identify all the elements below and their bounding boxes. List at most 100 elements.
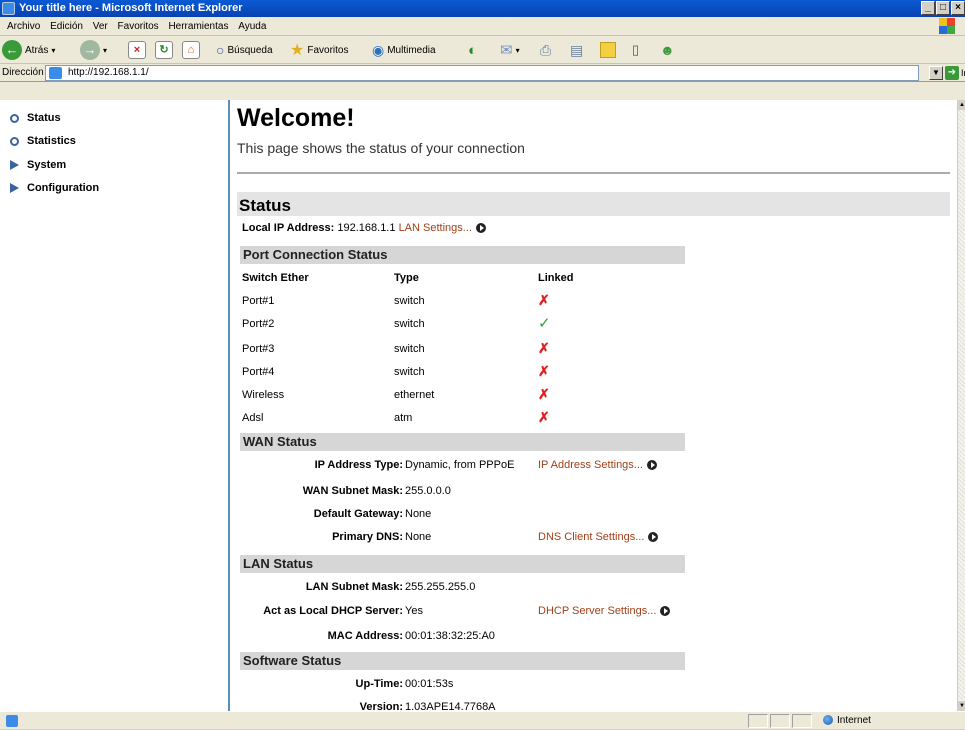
- security-zone: Internet: [823, 712, 871, 730]
- sidebar: Status Statistics System Configuration: [0, 100, 230, 711]
- go-circle-icon[interactable]: [660, 606, 671, 617]
- home-button[interactable]: ⌂: [182, 40, 200, 60]
- software-heading: Software Status: [243, 653, 342, 668]
- go-circle-icon[interactable]: [475, 223, 486, 234]
- multimedia-button[interactable]: ◉ Multimedia: [372, 40, 436, 60]
- close-button[interactable]: ×: [951, 1, 965, 15]
- uptime-value: 00:01:53s: [405, 678, 454, 690]
- expand-arrow-icon: [10, 160, 19, 170]
- ip-address-settings-link[interactable]: IP Address Settings...: [538, 459, 643, 471]
- not-linked-icon: ✗: [538, 386, 550, 402]
- history-icon: ◐: [468, 41, 478, 59]
- ip-type-value: Dynamic, from PPPoE: [405, 459, 515, 471]
- lan-subnet-value: 255.255.255.0: [405, 581, 476, 593]
- home-icon: ⌂: [182, 41, 200, 59]
- mac-value: 00:01:38:32:25:A0: [405, 630, 495, 642]
- go-button[interactable]: Ir: [961, 64, 965, 82]
- toolbar: ← Atrás ▾ → ▾ × ↻ ⌂ ○ Búsqueda ★ Favorito…: [0, 36, 965, 64]
- not-linked-icon: ✗: [538, 363, 550, 379]
- scroll-down-icon[interactable]: ▼: [958, 701, 965, 711]
- menu-favoritos[interactable]: Favoritos: [118, 21, 159, 32]
- local-ip-value: 192.168.1.1: [337, 222, 396, 234]
- page-status-icon: [6, 715, 18, 727]
- local-ip-row: Local IP Address: 192.168.1.1 LAN Settin…: [242, 222, 486, 234]
- scroll-up-icon[interactable]: ▲: [958, 100, 965, 110]
- globe-icon: [823, 715, 833, 726]
- stop-icon: ×: [128, 41, 146, 59]
- sidebar-item-configuration[interactable]: Configuration: [10, 181, 99, 195]
- status-heading: Status: [239, 196, 291, 215]
- page-subtitle: This page shows the status of your conne…: [237, 140, 525, 156]
- vertical-scrollbar[interactable]: ▲ ▼: [957, 100, 965, 711]
- not-linked-icon: ✗: [538, 292, 550, 308]
- back-button[interactable]: ← Atrás ▾: [2, 40, 55, 60]
- print-button[interactable]: ⎙: [540, 40, 551, 60]
- go-arrow-icon[interactable]: ➜: [945, 66, 959, 80]
- forward-button[interactable]: → ▾: [80, 40, 107, 60]
- note-icon: [600, 42, 616, 58]
- refresh-icon: ↻: [155, 41, 173, 59]
- menu-ayuda[interactable]: Ayuda: [238, 21, 266, 32]
- search-button[interactable]: ○ Búsqueda: [216, 40, 273, 60]
- star-icon: ★: [290, 42, 305, 59]
- address-label: Dirección: [2, 67, 44, 78]
- status-cell: [748, 714, 768, 728]
- expand-arrow-icon: [10, 183, 19, 193]
- menu-herramientas[interactable]: Herramientas: [168, 21, 228, 32]
- page-viewport: Status Statistics System Configuration W…: [0, 100, 957, 711]
- dns-value: None: [405, 531, 432, 543]
- col-header-linked: Linked: [538, 272, 574, 284]
- go-circle-icon[interactable]: [648, 532, 659, 543]
- messenger-button[interactable]: ☻: [660, 40, 675, 60]
- dhcp-server-settings-link[interactable]: DHCP Server Settings...: [538, 605, 656, 617]
- research-button[interactable]: ▯: [632, 40, 639, 60]
- media-icon: ◉: [372, 41, 385, 58]
- back-arrow-icon: ←: [2, 40, 22, 60]
- scroll-thumb[interactable]: [958, 110, 965, 700]
- address-dropdown-icon[interactable]: ▼: [929, 66, 943, 80]
- menu-ver[interactable]: Ver: [93, 21, 108, 32]
- page-icon: [49, 67, 62, 79]
- ie-icon: [2, 2, 15, 15]
- status-bar: Internet: [0, 711, 965, 729]
- windows-logo-icon: [939, 18, 955, 34]
- lan-settings-link[interactable]: LAN Settings...: [399, 222, 472, 234]
- version-value: 1.03APE14.7768A: [405, 701, 496, 711]
- divider: [237, 172, 950, 174]
- history-button[interactable]: ◐: [468, 40, 477, 60]
- go-circle-icon[interactable]: [646, 460, 657, 471]
- print-icon: ⎙: [540, 41, 552, 58]
- browser-window: Your title here - Microsoft Internet Exp…: [0, 0, 965, 729]
- title-bar: Your title here - Microsoft Internet Exp…: [0, 0, 965, 17]
- edit-button[interactable]: ▤: [570, 40, 583, 60]
- mail-button[interactable]: ✉ ▾: [500, 40, 520, 60]
- edit-icon: ▤: [570, 41, 584, 58]
- port-heading: Port Connection Status: [243, 247, 388, 262]
- research-icon: ▯: [632, 42, 640, 57]
- dns-client-settings-link[interactable]: DNS Client Settings...: [538, 531, 644, 543]
- sidebar-item-status[interactable]: Status: [10, 111, 61, 125]
- menu-bar: Archivo Edición Ver Favoritos Herramient…: [0, 17, 965, 36]
- address-bar: Dirección http://192.168.1.1/ ▼ ➜ Ir: [0, 64, 965, 82]
- maximize-button[interactable]: □: [936, 1, 950, 15]
- dhcp-value: Yes: [405, 605, 423, 617]
- col-header-type: Type: [394, 272, 419, 284]
- refresh-button[interactable]: ↻: [155, 40, 173, 60]
- address-input[interactable]: http://192.168.1.1/: [45, 65, 919, 81]
- stop-button[interactable]: ×: [128, 40, 146, 60]
- linked-check-icon: ✓: [538, 315, 551, 332]
- menu-archivo[interactable]: Archivo: [7, 21, 40, 32]
- mail-icon: ✉: [500, 42, 513, 59]
- discuss-button[interactable]: [600, 40, 616, 60]
- not-linked-icon: ✗: [538, 409, 550, 425]
- menu-edicion[interactable]: Edición: [50, 21, 83, 32]
- sidebar-item-system[interactable]: System: [10, 158, 66, 172]
- sidebar-item-statistics[interactable]: Statistics: [10, 134, 76, 148]
- window-title: Your title here - Microsoft Internet Exp…: [19, 2, 243, 14]
- favorites-button[interactable]: ★ Favoritos: [290, 40, 348, 60]
- minimize-button[interactable]: _: [921, 1, 935, 15]
- wan-heading: WAN Status: [243, 434, 317, 449]
- bullet-icon: [10, 113, 19, 123]
- forward-arrow-icon: →: [80, 40, 100, 60]
- search-icon: ○: [216, 42, 225, 58]
